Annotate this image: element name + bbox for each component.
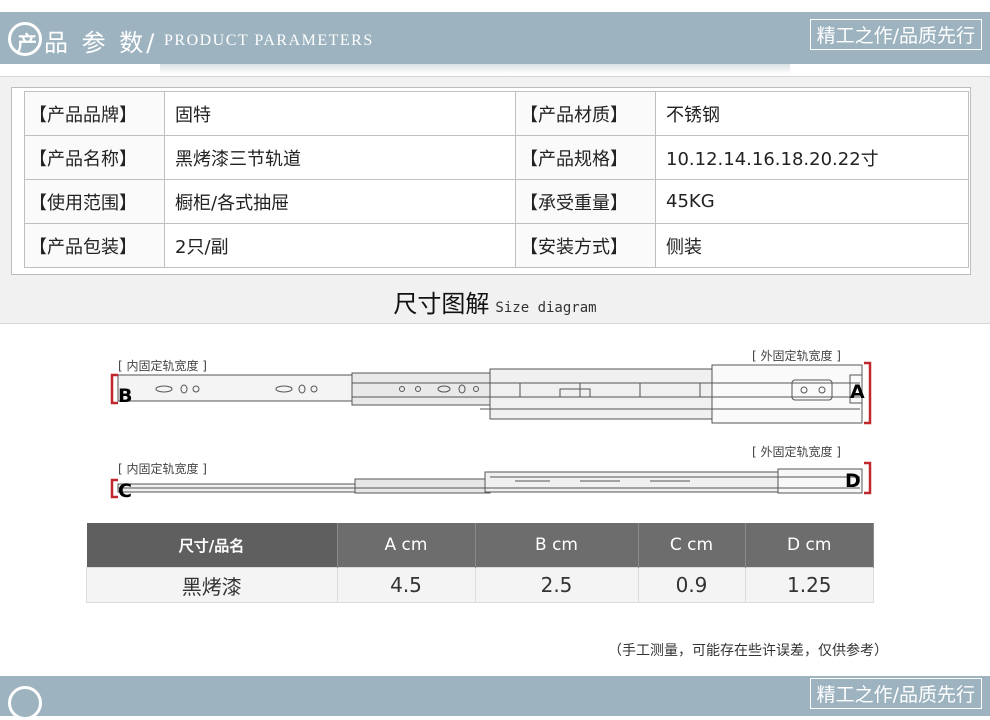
dimension-letter-a: A	[850, 381, 865, 403]
dimension-letter-c: C	[118, 480, 132, 502]
table-cell: 1.25	[744, 567, 874, 603]
column-header: A cm	[337, 523, 476, 568]
brand-logo-icon	[8, 686, 42, 720]
slogan-badge: 精工之作/品质先行	[809, 678, 982, 709]
parameters-panel: 【产品品牌】 固特 【产品材质】 不锈钢 【产品名称】 黑烤漆三节轨道 【产品规…	[0, 76, 990, 324]
column-header: B cm	[475, 523, 639, 568]
section-title-en: PRODUCT PARAMETERS	[164, 32, 374, 49]
measurement-note: （手工测量，可能存在些许误差，仅供参考）	[608, 643, 888, 659]
section-title-cn: 品 参 数/	[44, 29, 158, 57]
table-cell: 0.9	[637, 567, 746, 603]
param-value: 2只/副	[164, 223, 516, 268]
param-value: 45KG	[655, 179, 969, 224]
param-key: 【安装方式】	[515, 223, 656, 268]
column-header: 尺寸/品名	[86, 523, 338, 568]
table-header-row: 尺寸/品名 A cm B cm C cm D cm	[86, 523, 874, 568]
rail-side-view	[117, 364, 863, 424]
table-row: 【产品包装】 2只/副 【安装方式】 侧装	[24, 223, 969, 268]
bracket-d-icon	[864, 461, 872, 495]
param-key: 【产品包装】	[24, 223, 165, 268]
logo-char: 产	[17, 31, 37, 55]
param-value: 固特	[164, 91, 516, 136]
table-row: 【产品名称】 黑烤漆三节轨道 【产品规格】 10.12.14.16.18.20.…	[24, 135, 969, 180]
column-header: C cm	[638, 523, 746, 568]
slogan-badge: 精工之作/品质先行	[809, 19, 982, 50]
table-row: 黑烤漆 4.5 2.5 0.9 1.25	[86, 567, 874, 603]
rail-diagram: [ 内固定轨宽度 ] [ 外固定轨宽度 ] [ 内固定轨宽度 ] [ 外固定轨宽…	[0, 335, 990, 515]
dimension-letter-b: B	[118, 385, 133, 407]
param-value: 黑烤漆三节轨道	[164, 135, 516, 180]
param-value: 10.12.14.16.18.20.22寸	[655, 135, 969, 180]
param-value: 橱柜/各式抽屉	[164, 179, 516, 224]
section-header: 产 品 参 数/ PRODUCT PARAMETERS 精工之作/品质先行	[0, 12, 990, 74]
param-key: 【承受重量】	[515, 179, 656, 224]
param-key: 【产品名称】	[24, 135, 165, 180]
rail-top-view	[117, 468, 863, 494]
header-shadow	[160, 64, 790, 74]
dimension-letter-d: D	[845, 470, 861, 492]
next-section-header: 精工之作/品质先行	[0, 676, 990, 720]
size-diagram-heading: 尺寸图解 Size diagram	[0, 284, 990, 319]
param-key: 【产品品牌】	[24, 91, 165, 136]
param-value: 不锈钢	[655, 91, 969, 136]
table-cell: 黑烤漆	[86, 567, 338, 603]
table-cell: 2.5	[474, 567, 639, 603]
param-key: 【产品材质】	[515, 91, 656, 136]
column-header: D cm	[745, 523, 874, 568]
size-diagram-title: 尺寸图解	[393, 290, 490, 318]
parameters-table: 【产品品牌】 固特 【产品材质】 不锈钢 【产品名称】 黑烤漆三节轨道 【产品规…	[24, 91, 969, 268]
table-cell: 4.5	[336, 567, 476, 603]
table-row: 【产品品牌】 固特 【产品材质】 不锈钢	[24, 91, 969, 136]
param-value: 侧装	[655, 223, 969, 268]
param-key: 【使用范围】	[24, 179, 165, 224]
table-row: 【使用范围】 橱柜/各式抽屉 【承受重量】 45KG	[24, 179, 969, 224]
param-key: 【产品规格】	[515, 135, 656, 180]
parameters-frame: 【产品品牌】 固特 【产品材质】 不锈钢 【产品名称】 黑烤漆三节轨道 【产品规…	[11, 87, 971, 275]
rail-drawing	[110, 361, 872, 499]
size-table: 尺寸/品名 A cm B cm C cm D cm 黑烤漆 4.5 2.5 0.…	[86, 523, 874, 603]
brand-logo-icon: 产	[8, 22, 42, 56]
size-diagram-subtitle: Size diagram	[495, 300, 597, 316]
